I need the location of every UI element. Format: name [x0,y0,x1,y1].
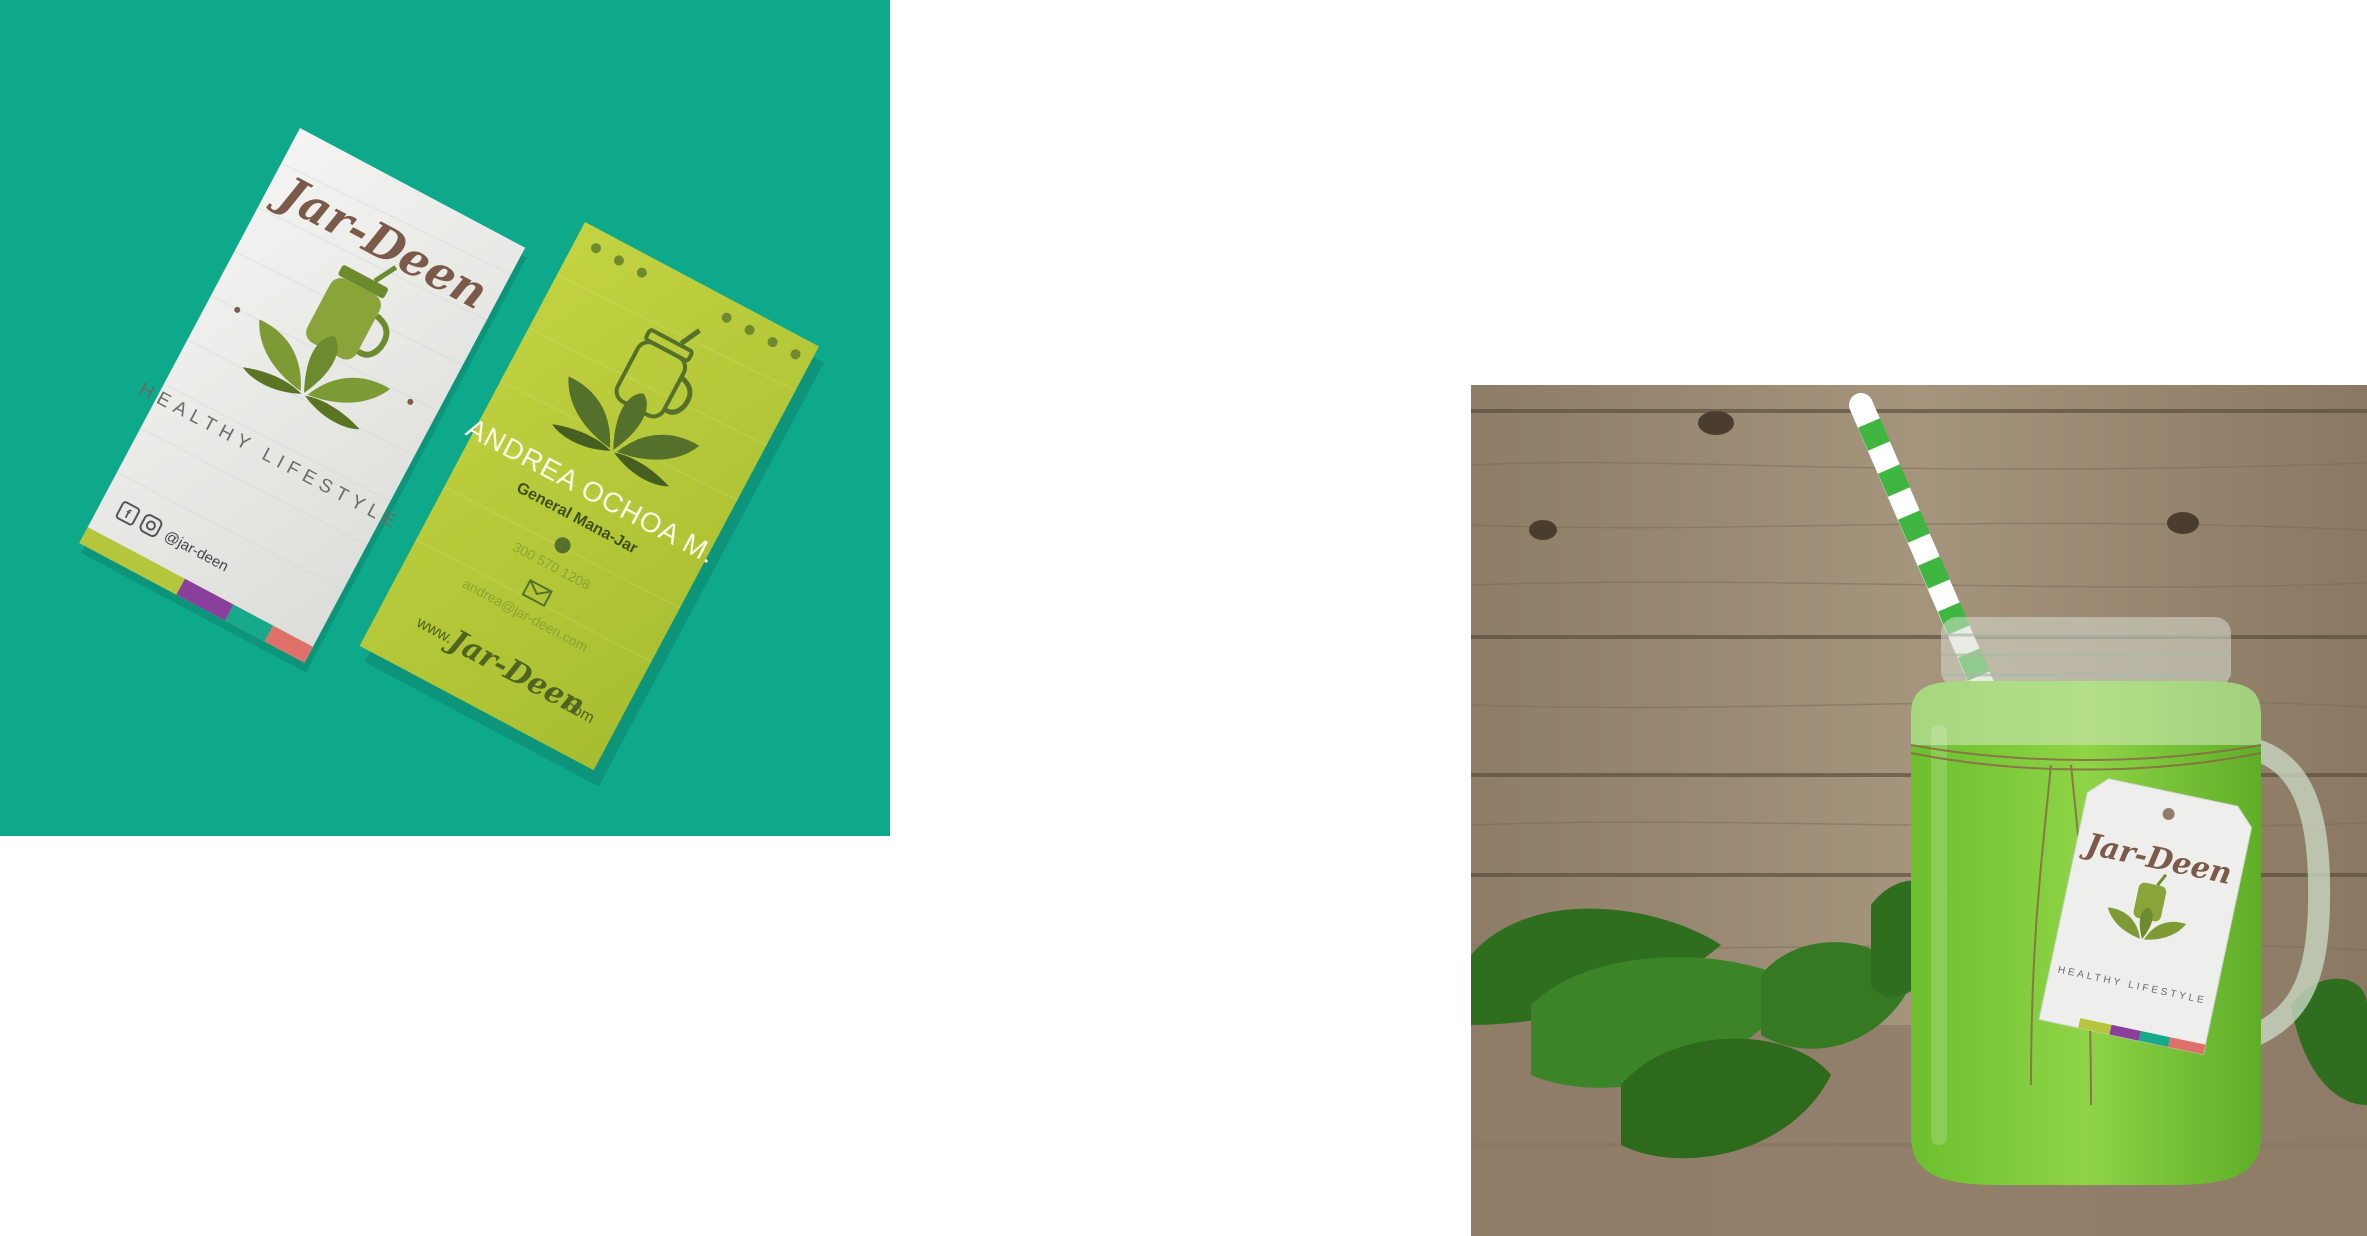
business-card-scene: Jar-Deen HEALTHY LIFESTYLE f @jar-deen A… [79,128,824,787]
smoothie-photo: Jar-Deen HEALTHY LIFESTYLE [1471,385,2367,1236]
business-card-mockup: Jar-Deen HEALTHY LIFESTYLE f @jar-deen A… [0,0,890,836]
wood-knot [1698,411,1734,435]
smoothie-scene: Jar-Deen HEALTHY LIFESTYLE [1471,385,2367,1236]
